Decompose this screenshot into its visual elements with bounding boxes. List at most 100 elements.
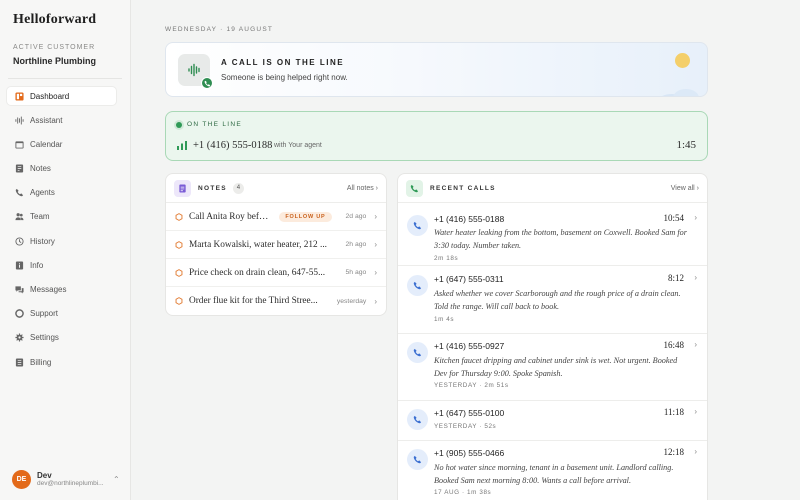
sidebar-item-label: Team — [30, 212, 50, 222]
sidebar-item-label: Billing — [30, 357, 52, 367]
note-row[interactable]: Order flue kit for the Third Stree... ye… — [166, 287, 386, 315]
hexagon-icon — [175, 297, 183, 305]
chevron-right-icon: › — [694, 273, 697, 282]
notes-card: NOTES 4 All notes › Call Anita Roy befor… — [165, 173, 387, 316]
live-indicator-icon — [176, 121, 182, 128]
info-icon — [15, 261, 24, 270]
page-date: WEDNESDAY · 19 AUGUST — [165, 26, 274, 33]
sidebar-item-label: Support — [30, 309, 59, 319]
view-all-calls-link[interactable]: View all › — [671, 185, 699, 192]
call-row[interactable]: +1 (905) 555-0466 12:18 › No hot water s… — [398, 441, 707, 500]
sidebar-item-notes[interactable]: Notes — [7, 160, 116, 178]
note-row[interactable]: Call Anita Roy before ... FOLLOW UP 2d a… — [166, 203, 386, 231]
follow-up-badge: FOLLOW UP — [279, 211, 332, 222]
note-age: 2h ago — [345, 241, 367, 248]
note-text: Order flue kit for the Third Stree... — [189, 296, 318, 306]
chevron-right-icon: › — [374, 268, 377, 277]
sidebar-item-label: Notes — [30, 164, 51, 174]
dashboard-icon — [15, 91, 24, 101]
note-icon — [174, 179, 191, 197]
call-time: 16:48 — [663, 340, 684, 350]
note-text: Marta Kowalski, water heater, 212 ... — [189, 239, 328, 250]
note-row[interactable]: Price check on drain clean, 647-55... 5h… — [166, 259, 386, 287]
sidebar-item-dashboard[interactable]: Dashboard — [7, 87, 116, 105]
sidebar-item-label: Settings — [30, 333, 59, 343]
banner-title: A CALL IS ON THE LINE — [221, 58, 345, 67]
call-time: 11:18 — [663, 407, 684, 417]
chevron-right-icon: › — [694, 213, 697, 222]
chevron-right-icon: › — [694, 447, 697, 456]
note-text: Price check on drain clean, 647-55... — [189, 267, 326, 278]
phone-icon — [15, 188, 24, 197]
notes-title: NOTES — [198, 184, 227, 192]
cloud-icon — [662, 89, 699, 96]
sidebar-item-info[interactable]: Info — [7, 256, 116, 274]
brand-logo[interactable]: Helloforward — [13, 12, 96, 28]
sidebar-item-label: Dashboard — [30, 91, 70, 101]
note-text: Call Anita Roy before ... — [189, 211, 272, 222]
sidebar-item-label: Assistant — [30, 115, 63, 125]
call-meta: 1m 4s — [434, 316, 455, 323]
call-number: +1 (647) 555-0311 — [434, 274, 504, 284]
call-meta: 17 AUG · 1m 38s — [434, 489, 492, 496]
sidebar-item-label: Messages — [30, 285, 67, 294]
history-icon — [15, 237, 24, 246]
call-meta: YESTERDAY · 52s — [434, 423, 497, 430]
call-number: +1 (905) 555-0466 — [434, 448, 505, 458]
messages-icon — [15, 285, 24, 294]
note-age: yesterday — [336, 297, 367, 305]
active-call-agent: with Your agent — [274, 142, 322, 149]
sidebar-item-team[interactable]: Team — [7, 208, 116, 226]
support-icon — [15, 309, 24, 319]
call-row[interactable]: +1 (416) 555-0188 10:54 › Water heater l… — [398, 203, 707, 266]
live-call-banner: A CALL IS ON THE LINE Someone is being h… — [165, 42, 708, 97]
sidebar-item-settings[interactable]: Settings — [7, 329, 116, 347]
recent-calls-header: RECENT CALLS View all › — [398, 174, 707, 203]
call-row[interactable]: +1 (416) 555-0927 16:48 › Kitchen faucet… — [398, 334, 707, 401]
billing-icon — [15, 358, 24, 367]
phone-icon — [407, 342, 428, 363]
on-the-line-text: ON THE LINE — [187, 121, 242, 128]
sidebar-item-billing[interactable]: Billing — [7, 353, 116, 371]
recent-calls-card: RECENT CALLS View all › +1 (416) 555-018… — [397, 173, 708, 500]
active-call-duration: 1:45 — [676, 139, 696, 151]
calendar-icon — [15, 140, 24, 149]
on-the-line-label: ON THE LINE — [176, 121, 242, 128]
sidebar-item-label: Calendar — [30, 139, 63, 149]
sun-icon — [675, 53, 690, 68]
call-time: 10:54 — [663, 213, 684, 223]
phone-icon — [406, 179, 423, 197]
call-meta: 2m 18s — [434, 255, 459, 262]
call-summary: No hot water since morning, tenant in a … — [434, 463, 674, 485]
sidebar-item-label: Agents — [30, 188, 55, 198]
user-info: Dev dev@northlineplumbi... — [37, 471, 109, 487]
on-the-line-card[interactable]: ON THE LINE +1 (416) 555-0188 with Your … — [165, 111, 708, 161]
all-notes-link[interactable]: All notes › — [347, 185, 378, 192]
user-menu[interactable]: DE Dev dev@northlineplumbi... ⌃ — [12, 468, 122, 490]
sidebar-item-messages[interactable]: Messages — [7, 281, 116, 299]
team-icon — [15, 212, 24, 221]
chevron-right-icon: › — [694, 340, 697, 349]
call-row[interactable]: +1 (647) 555-0100 11:18 › YESTERDAY · 52… — [398, 401, 707, 441]
hexagon-icon — [175, 212, 183, 221]
call-number: +1 (416) 555-0927 — [434, 341, 505, 351]
recent-calls-title: RECENT CALLS — [430, 184, 496, 192]
active-customer-name[interactable]: Northline Plumbing — [13, 56, 96, 66]
note-age: 2d ago — [345, 213, 367, 220]
sidebar-item-assistant[interactable]: Assistant — [7, 111, 116, 129]
hexagon-icon — [175, 240, 183, 249]
sidebar-item-support[interactable]: Support — [7, 305, 116, 323]
chevron-right-icon: › — [374, 212, 377, 221]
chevron-right-icon: › — [694, 407, 697, 416]
sidebar-item-calendar[interactable]: Calendar — [7, 135, 116, 153]
phone-icon — [201, 77, 213, 89]
sidebar-item-label: Info — [30, 260, 44, 270]
sidebar: Helloforward ACTIVE CUSTOMER Northline P… — [0, 0, 131, 500]
sidebar-item-agents[interactable]: Agents — [7, 184, 116, 202]
sidebar-divider — [8, 78, 122, 79]
sidebar-item-history[interactable]: History — [7, 232, 116, 250]
note-row[interactable]: Marta Kowalski, water heater, 212 ... 2h… — [166, 231, 386, 259]
call-row[interactable]: +1 (647) 555-0311 8:12 › Asked whether w… — [398, 266, 707, 334]
call-number: +1 (647) 555-0100 — [434, 408, 505, 418]
phone-icon — [407, 215, 428, 236]
